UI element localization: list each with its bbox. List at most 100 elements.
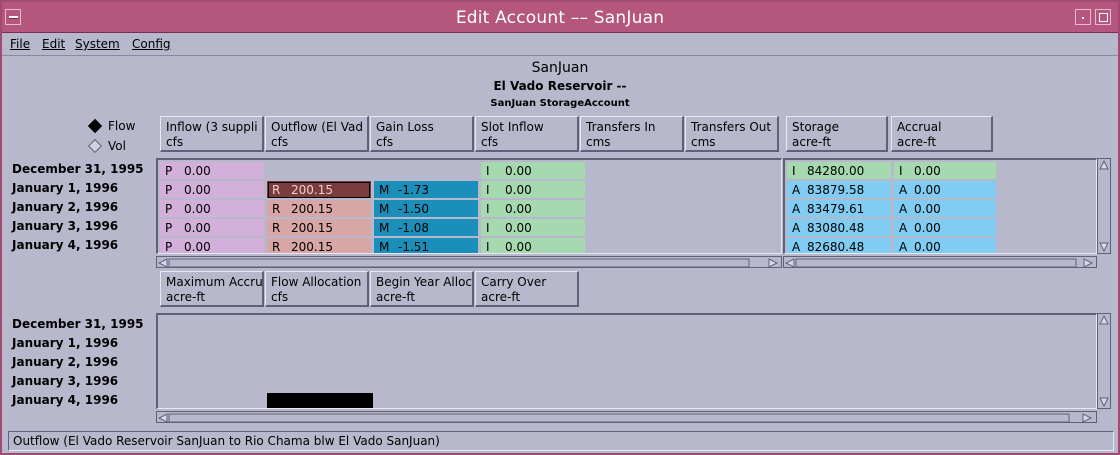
cell-value: 0.00 [914, 221, 941, 235]
scroll-arrows-icon [1099, 314, 1109, 408]
table-cell[interactable]: P 0.00 [160, 238, 264, 254]
column-unit: cms [691, 135, 716, 149]
cell-value: 0.00 [184, 221, 211, 235]
table-cell[interactable]: I 84280.00 [787, 162, 891, 180]
column-name: Accrual [897, 120, 942, 134]
column-header-transfers-in[interactable]: Transfers In cms [580, 116, 684, 152]
table-cell[interactable]: I 0.00 [481, 162, 585, 180]
cell-flag: P [165, 240, 173, 254]
table-cell[interactable]: M -1.51 [374, 238, 478, 254]
table-cell[interactable]: P 0.00 [160, 181, 264, 199]
cell-value: 0.00 [505, 240, 532, 254]
flow-radio[interactable]: Flow [87, 118, 150, 134]
cell-flag: A [899, 183, 908, 197]
column-header-slot-inflow[interactable]: Slot Inflow cfs [475, 116, 579, 152]
top-left-horizontal-scrollbar[interactable] [156, 256, 782, 268]
cell-flag: A [899, 240, 908, 254]
cell-flag: I [486, 202, 490, 216]
table-cell[interactable]: A 0.00 [894, 219, 996, 237]
cell-value: 84280.00 [807, 164, 865, 178]
table-cell[interactable]: A 83080.48 [787, 219, 891, 237]
column-header-maximum-accrual[interactable]: Maximum Accru acre-ft [160, 271, 264, 307]
menu-system[interactable]: System [75, 37, 120, 51]
column-header-storage[interactable]: Storage acre-ft [786, 116, 888, 152]
date-label: January 3, 1996 [12, 374, 119, 388]
scroll-arrows-icon [157, 258, 779, 268]
maximize-button[interactable] [1095, 9, 1111, 25]
date-label: January 2, 1996 [12, 200, 119, 214]
cell-value: -1.08 [398, 221, 430, 235]
column-unit: acre-ft [792, 135, 832, 149]
menu-config[interactable]: Config [132, 37, 171, 51]
cell-value: 83080.48 [807, 221, 865, 235]
bottom-horizontal-scrollbar[interactable] [156, 411, 1097, 423]
table-cell[interactable]: I 0.00 [481, 200, 585, 218]
cell-flag: P [165, 202, 173, 216]
table-cell[interactable]: A 0.00 [894, 181, 996, 199]
bottom-vertical-scrollbar[interactable] [1097, 313, 1111, 409]
cell-value: 0.00 [505, 164, 532, 178]
column-name: Transfers In [586, 120, 656, 134]
table-cell[interactable]: A 0.00 [894, 200, 996, 218]
column-name: Inflow (3 suppli [166, 120, 258, 134]
minimize-button[interactable] [1075, 9, 1091, 25]
table-cell[interactable]: I 0.00 [894, 162, 996, 180]
table-cell[interactable]: A 0.00 [894, 238, 996, 254]
table-cell[interactable]: P 0.00 [160, 162, 264, 180]
table-cell[interactable]: I 0.00 [481, 219, 585, 237]
cell-value: 0.00 [184, 164, 211, 178]
table-cell[interactable]: I 0.00 [481, 238, 585, 254]
cell-value: 0.00 [914, 164, 941, 178]
top-vertical-scrollbar[interactable] [1097, 158, 1111, 254]
cell-value: -1.73 [398, 183, 430, 197]
column-header-flow-allocation[interactable]: Flow Allocation cfs [265, 271, 369, 307]
table-cell[interactable]: I 0.00 [481, 181, 585, 199]
cell-value: 83879.58 [807, 183, 865, 197]
cell-value: 0.00 [184, 202, 211, 216]
column-header-begin-year-allocation[interactable]: Begin Year Alloc acre-ft [370, 271, 474, 307]
date-label: January 3, 1996 [12, 219, 119, 233]
table-cell[interactable]: R 200.15 [267, 238, 371, 253]
column-header-outflow[interactable]: Outflow (El Vad cfs [265, 116, 369, 152]
cell-value: 82680.48 [807, 240, 865, 254]
column-header-gain-loss[interactable]: Gain Loss cfs [370, 116, 474, 152]
title-bar[interactable]: Edit Account –– SanJuan [2, 2, 1118, 33]
column-name: Carry Over [481, 275, 547, 289]
flow-data-grid: P 0.00 I 0.00 P 0.00 R 200.15 M -1.73 I 0.00 P… [156, 158, 782, 254]
column-name: Storage [792, 120, 839, 134]
cell-flag: M [379, 240, 390, 254]
table-cell[interactable]: M -1.73 [374, 181, 478, 199]
table-cell[interactable]: M -1.50 [374, 200, 478, 218]
cell-value: 200.15 [291, 221, 333, 235]
table-cell[interactable]: R 200.15 [267, 219, 371, 237]
column-unit: acre-ft [166, 290, 206, 304]
column-header-inflow[interactable]: Inflow (3 suppli cfs [160, 116, 264, 152]
table-cell[interactable]: R 200.15 [267, 200, 371, 218]
cell-flag: P [165, 183, 173, 197]
radio-selected-icon [87, 118, 103, 134]
column-name: Maximum Accru [166, 275, 263, 289]
menu-edit[interactable]: Edit [42, 37, 65, 51]
column-header-transfers-out[interactable]: Transfers Out cms [685, 116, 779, 152]
top-right-horizontal-scrollbar[interactable] [783, 256, 1097, 268]
table-cell-selected[interactable]: R 200.15 [267, 181, 371, 199]
radio-unselected-icon [87, 138, 103, 154]
cell-flag: I [486, 164, 490, 178]
table-cell[interactable]: P 0.00 [160, 200, 264, 218]
column-header-carry-over[interactable]: Carry Over acre-ft [475, 271, 579, 307]
table-cell[interactable]: A 83479.61 [787, 200, 891, 218]
cell-flag: R [272, 221, 281, 235]
table-cell[interactable]: P 0.00 [160, 219, 264, 237]
table-cell[interactable]: M -1.08 [374, 219, 478, 237]
table-cell[interactable]: A 83879.58 [787, 181, 891, 199]
cell-flag: I [792, 164, 796, 178]
menu-file[interactable]: File [10, 37, 30, 51]
column-header-accrual[interactable]: Accrual acre-ft [891, 116, 993, 152]
vol-radio[interactable]: Vol [87, 138, 150, 154]
cell-value: 0.00 [184, 240, 211, 254]
flow-radio-label: Flow [108, 119, 136, 133]
cell-flag: R [272, 183, 281, 197]
object-name: SanJuan [531, 60, 589, 76]
table-cell[interactable]: A 82680.48 [787, 238, 891, 254]
cell-value: 200.15 [291, 202, 333, 216]
